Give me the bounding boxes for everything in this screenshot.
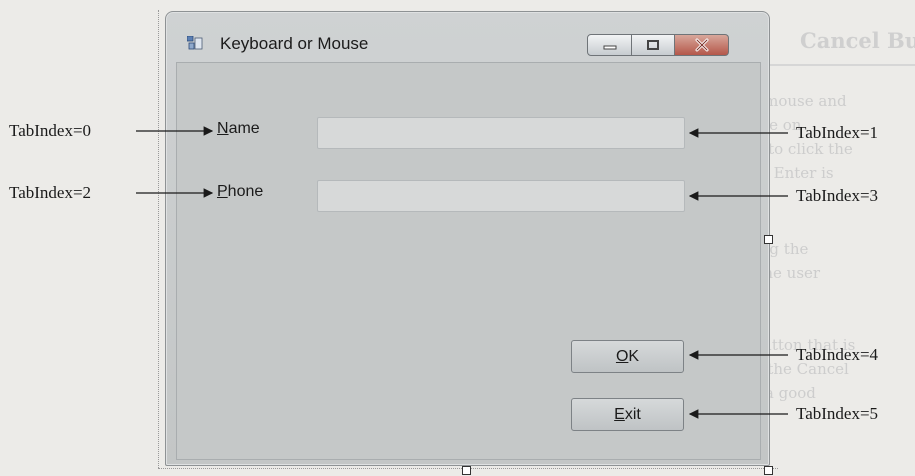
annotation-name-textbox: TabIndex=1	[796, 123, 879, 142]
annotation-phone-label: TabIndex=2	[9, 183, 92, 202]
annotation-ok-button: TabIndex=4	[796, 345, 879, 364]
annotation-exit-button: TabIndex=5	[796, 404, 879, 423]
annotation-phone-textbox: TabIndex=3	[796, 186, 879, 205]
annotation-arrows	[136, 126, 788, 419]
annotation-name-label: TabIndex=0	[9, 121, 92, 140]
